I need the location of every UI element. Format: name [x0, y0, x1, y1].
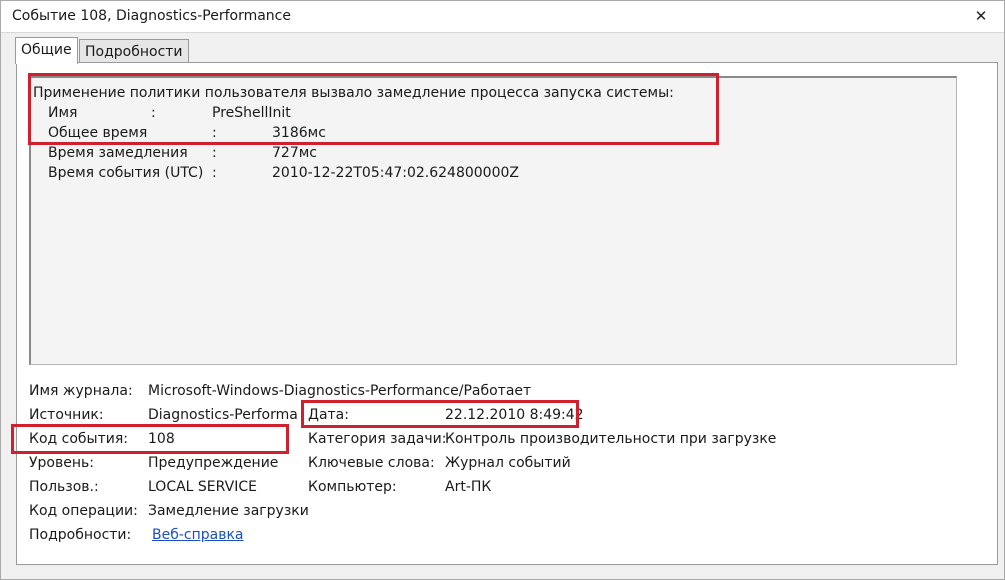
source-label: Источник: [29, 407, 104, 423]
field-total-time-colon: : [212, 125, 217, 141]
event-id-label: Код события: [29, 431, 128, 447]
level-label: Уровень: [29, 455, 94, 471]
computer-label: Компьютер: [308, 479, 397, 495]
computer-value: Art-ПК [445, 479, 492, 495]
field-total-time-label: Общее время [48, 125, 148, 141]
event-properties-window: Событие 108, Diagnostics-Performance ✕ О… [0, 0, 1005, 580]
source-value: Diagnostics-Performance [148, 407, 298, 423]
date-label: Дата: [308, 407, 349, 423]
task-category-value: Контроль производительности при загрузке [445, 431, 777, 447]
log-name-value: Microsoft-Windows-Diagnostics-Performanc… [148, 383, 532, 399]
field-name-value: PreShellInit [212, 105, 291, 121]
field-degradation-time-value: 727мс [272, 145, 317, 161]
event-description-box[interactable] [29, 76, 957, 365]
window-title: Событие 108, Diagnostics-Performance [12, 8, 291, 24]
opcode-label: Код операции: [29, 503, 138, 519]
keywords-label: Ключевые слова: [308, 455, 435, 471]
opcode-value: Замедление загрузки [148, 503, 309, 519]
field-event-time-label: Время события (UTC) [48, 165, 204, 181]
keywords-value: Журнал событий [445, 455, 571, 471]
event-id-value: 108 [148, 431, 175, 447]
user-value: LOCAL SERVICE [148, 479, 257, 495]
field-degradation-time-colon: : [212, 145, 217, 161]
log-name-label: Имя журнала: [29, 383, 133, 399]
field-name-label: Имя [48, 105, 78, 121]
web-help-link[interactable]: Веб-справка [152, 527, 244, 543]
more-info-label: Подробности: [29, 527, 132, 543]
tab-general[interactable]: Общие [15, 37, 78, 64]
field-total-time-value: 3186мс [272, 125, 326, 141]
field-name-colon: : [151, 105, 156, 121]
user-label: Пользов.: [29, 479, 99, 495]
field-event-time-value: 2010-12-22T05:47:02.624800000Z [272, 165, 519, 181]
tab-details[interactable]: Подробности [79, 39, 189, 64]
task-category-label: Категория задачи: [308, 431, 447, 447]
description-headline: Применение политики пользователя вызвало… [33, 85, 674, 101]
level-value: Предупреждение [148, 455, 279, 471]
date-value: 22.12.2010 8:49:42 [445, 407, 584, 423]
field-degradation-time-label: Время замедления [48, 145, 188, 161]
close-icon[interactable]: ✕ [970, 5, 992, 27]
field-event-time-colon: : [212, 165, 217, 181]
title-bar: Событие 108, Diagnostics-Performance ✕ [1, 1, 1004, 33]
